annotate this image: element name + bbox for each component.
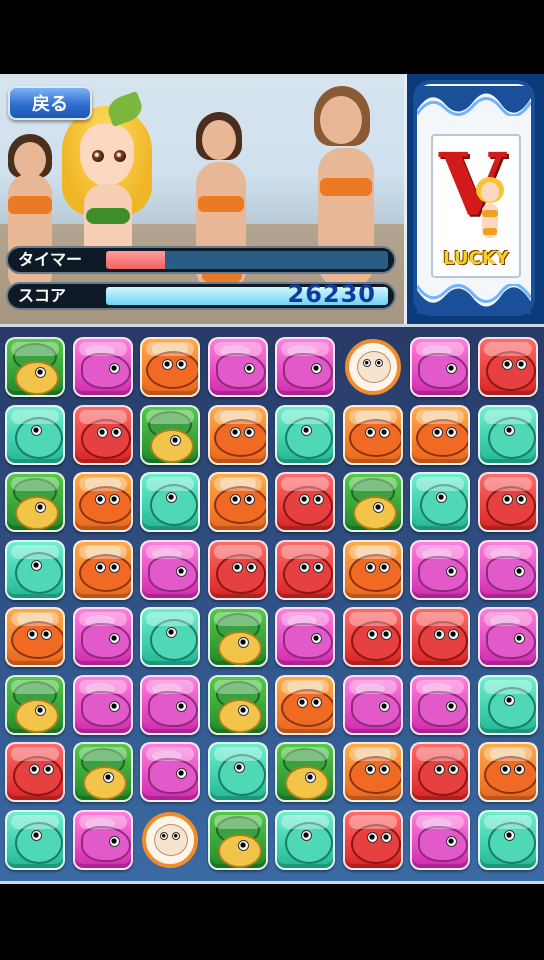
- teal-fish-tile[interactable]: [477, 674, 538, 735]
- turtle-tile[interactable]: [140, 404, 200, 465]
- lucky-panel: V LUCKY: [404, 74, 544, 324]
- timer-fill: [106, 251, 166, 269]
- score-label: スコア: [18, 286, 67, 305]
- turtle-tile[interactable]: [275, 742, 335, 802]
- red-fish-tile[interactable]: [342, 809, 403, 870]
- red-fish-tile[interactable]: [275, 539, 335, 600]
- turtle-tile[interactable]: [207, 607, 268, 667]
- pink-fish-tile[interactable]: [72, 674, 133, 735]
- top-black-bar: [0, 0, 544, 74]
- orange-fish-tile[interactable]: [72, 539, 133, 600]
- teal-fish-tile[interactable]: [275, 809, 335, 870]
- score-bar: スコア 26230: [6, 282, 396, 310]
- orange-fish-tile[interactable]: [410, 404, 470, 465]
- timer-bar: タイマー: [6, 246, 396, 274]
- lucky-frame: V LUCKY: [413, 80, 535, 316]
- teal-fish-tile[interactable]: [5, 809, 65, 870]
- teal-fish-tile[interactable]: [140, 607, 200, 667]
- orange-fish-tile[interactable]: [207, 404, 268, 465]
- orange-fish-tile[interactable]: [140, 337, 200, 397]
- seal-bonus-tile[interactable]: [343, 337, 403, 397]
- lucky-text: LUCKY: [443, 248, 509, 269]
- pink-fish-tile[interactable]: [477, 607, 538, 667]
- teal-fish-tile[interactable]: [5, 404, 65, 465]
- teal-fish-tile[interactable]: [207, 742, 268, 802]
- pink-fish-tile[interactable]: [410, 337, 470, 397]
- orange-fish-tile[interactable]: [72, 472, 133, 532]
- back-button[interactable]: 戻る: [8, 86, 92, 120]
- pink-fish-tile[interactable]: [207, 337, 268, 397]
- teal-fish-tile[interactable]: [140, 472, 200, 532]
- pink-fish-tile[interactable]: [140, 674, 200, 735]
- pink-fish-tile[interactable]: [140, 539, 200, 600]
- bottom-black-bar: [0, 884, 544, 960]
- pink-fish-tile[interactable]: [275, 607, 335, 667]
- game-header: 戻る タイマー スコア 26230 V LUCKY: [0, 74, 544, 324]
- red-fish-tile[interactable]: [477, 472, 538, 532]
- wave-bottom-icon: [417, 284, 531, 314]
- red-fish-tile[interactable]: [410, 607, 470, 667]
- teal-fish-tile[interactable]: [5, 539, 65, 600]
- wave-top-icon: [417, 86, 531, 116]
- seal-bonus-tile[interactable]: [140, 810, 200, 870]
- turtle-tile[interactable]: [207, 674, 268, 735]
- pink-fish-tile[interactable]: [72, 809, 133, 870]
- orange-fish-tile[interactable]: [342, 404, 403, 465]
- score-value: 26230: [287, 280, 376, 308]
- orange-fish-tile[interactable]: [342, 742, 403, 802]
- pink-fish-tile[interactable]: [275, 337, 335, 397]
- red-fish-tile[interactable]: [275, 472, 335, 532]
- pink-fish-tile[interactable]: [410, 674, 470, 735]
- pink-fish-tile[interactable]: [410, 539, 470, 600]
- orange-fish-tile[interactable]: [5, 607, 65, 667]
- turtle-tile[interactable]: [72, 742, 133, 802]
- teal-fish-tile[interactable]: [477, 404, 538, 465]
- orange-fish-tile[interactable]: [275, 674, 335, 735]
- turtle-tile[interactable]: [342, 472, 403, 532]
- turtle-tile[interactable]: [5, 337, 65, 397]
- teal-fish-tile[interactable]: [477, 809, 538, 870]
- turtle-tile[interactable]: [5, 674, 65, 735]
- orange-fish-tile[interactable]: [477, 742, 538, 802]
- video-scene: 戻る タイマー スコア 26230: [0, 74, 404, 324]
- orange-fish-tile[interactable]: [342, 539, 403, 600]
- lucky-girl-icon: [476, 177, 504, 238]
- teal-fish-tile[interactable]: [410, 472, 470, 532]
- pink-fish-tile[interactable]: [342, 674, 403, 735]
- timer-track: [106, 251, 388, 269]
- turtle-tile[interactable]: [207, 809, 268, 870]
- turtle-tile[interactable]: [5, 472, 65, 532]
- red-fish-tile[interactable]: [410, 742, 470, 802]
- pink-fish-tile[interactable]: [140, 742, 200, 802]
- puzzle-board: [0, 324, 544, 884]
- timer-label: タイマー: [18, 250, 83, 269]
- pink-fish-tile[interactable]: [477, 539, 538, 600]
- red-fish-tile[interactable]: [5, 742, 65, 802]
- mascot-character: [62, 90, 152, 256]
- pink-fish-tile[interactable]: [72, 607, 133, 667]
- red-fish-tile[interactable]: [72, 404, 133, 465]
- lucky-v-card: V LUCKY: [431, 134, 521, 278]
- pink-fish-tile[interactable]: [72, 337, 133, 397]
- teal-fish-tile[interactable]: [275, 404, 335, 465]
- red-fish-tile[interactable]: [477, 337, 538, 397]
- orange-fish-tile[interactable]: [207, 472, 268, 532]
- red-fish-tile[interactable]: [207, 539, 268, 600]
- red-fish-tile[interactable]: [342, 607, 403, 667]
- pink-fish-tile[interactable]: [410, 809, 470, 870]
